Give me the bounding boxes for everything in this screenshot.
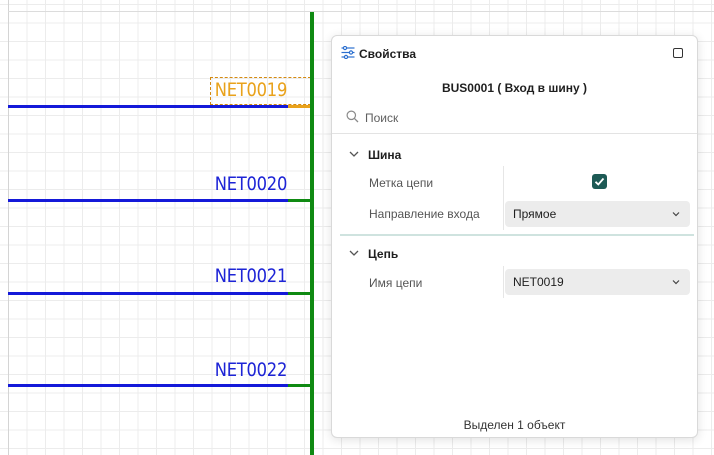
- section-bus-label: Шина: [368, 148, 402, 162]
- bus-entry-net0021[interactable]: [288, 292, 310, 295]
- section-net-label: Цепь: [368, 247, 399, 261]
- chevron-down-icon: [672, 212, 680, 217]
- bus-entry-net0022[interactable]: [288, 384, 310, 387]
- bus-entry-net0019[interactable]: [288, 105, 310, 108]
- net-label-checkbox[interactable]: [592, 174, 607, 189]
- properties-sliders-icon: [341, 46, 355, 59]
- net-label-net0020[interactable]: NET0020: [215, 175, 288, 194]
- search-row: [345, 108, 685, 130]
- net-name-value: NET0019: [513, 275, 564, 289]
- search-icon: [346, 110, 359, 123]
- panel-title: Свойства: [359, 47, 417, 61]
- net-label-net0022[interactable]: NET0022: [215, 361, 288, 380]
- panel-header: Свойства: [332, 36, 697, 70]
- column-separator: [503, 166, 504, 230]
- search-input[interactable]: [365, 108, 685, 128]
- net-label-net0021[interactable]: NET0021: [215, 267, 288, 286]
- net-name-select[interactable]: NET0019: [505, 269, 690, 295]
- net-label-property: Метка цепи: [369, 176, 434, 190]
- selection-status: Выделен 1 объект: [463, 418, 566, 432]
- net-wire-net0022[interactable]: [8, 384, 292, 387]
- maximize-button[interactable]: [673, 48, 683, 58]
- chevron-down-icon: [672, 280, 680, 285]
- net-label-net0019[interactable]: NET0019: [215, 81, 288, 100]
- object-title: BUS0001 ( Вход в шину ): [441, 81, 588, 95]
- input-direction-property: Направление входа: [369, 207, 480, 221]
- section-divider: [340, 234, 694, 236]
- bus-entry-net0020[interactable]: [288, 199, 310, 202]
- bus-line[interactable]: [310, 12, 314, 455]
- properties-panel: Свойства BUS0001 ( Вход в шину ) Шина Ме…: [331, 35, 698, 438]
- input-direction-value: Прямое: [513, 207, 557, 221]
- column-separator: [503, 266, 504, 298]
- net-wire-net0020[interactable]: [8, 199, 292, 202]
- checkmark-icon: [594, 177, 605, 186]
- chevron-down-icon: [349, 250, 359, 256]
- net-name-property: Имя цепи: [369, 276, 423, 290]
- input-direction-select[interactable]: Прямое: [505, 201, 690, 227]
- chevron-down-icon: [349, 151, 359, 157]
- net-wire-net0021[interactable]: [8, 292, 292, 295]
- search-divider: [332, 133, 697, 134]
- net-wire-net0019[interactable]: [8, 105, 292, 108]
- canvas-top-border: [8, 11, 714, 12]
